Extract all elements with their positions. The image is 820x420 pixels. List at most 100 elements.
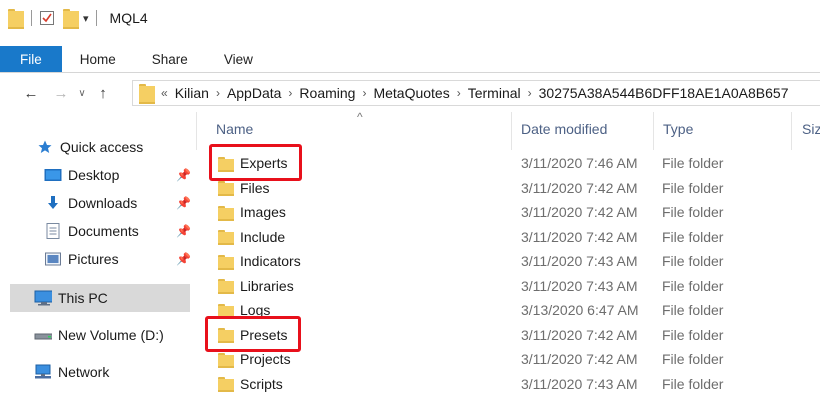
highlight-box-experts — [209, 144, 302, 181]
folder-icon — [218, 352, 234, 368]
file-row[interactable]: Projects 3/11/2020 7:42 AM File folder — [210, 347, 820, 371]
file-row[interactable]: Libraries 3/11/2020 7:43 AM File folder — [210, 274, 820, 298]
sidebar-item-label: New Volume (D:) — [58, 327, 164, 343]
folder-icon — [139, 84, 155, 104]
file-date: 3/13/2020 6:47 AM — [521, 302, 639, 318]
column-header-size[interactable]: Siz — [802, 112, 820, 146]
window-title: MQL4 — [109, 10, 148, 26]
pin-icon[interactable]: 📌 — [176, 196, 191, 210]
tab-view[interactable]: View — [206, 46, 271, 72]
drive-icon — [34, 327, 52, 343]
network-icon — [34, 364, 52, 380]
sort-ascending-icon: ^ — [357, 110, 363, 124]
navigation-pane: Quick access Desktop 📌 Downloads 📌 Docum… — [0, 112, 196, 420]
chevron-right-icon[interactable]: › — [216, 86, 220, 100]
file-row[interactable]: Scripts 3/11/2020 7:43 AM File folder — [210, 372, 820, 396]
file-date: 3/11/2020 7:46 AM — [521, 155, 638, 171]
sidebar-item-label: Quick access — [60, 139, 144, 155]
sidebar-item-label: Network — [58, 364, 110, 380]
sidebar-item-new-volume[interactable]: New Volume (D:) — [34, 322, 224, 348]
column-header-type[interactable]: Type — [663, 112, 693, 146]
breadcrumb-item[interactable]: Terminal — [468, 85, 521, 101]
pane-divider[interactable] — [196, 112, 197, 150]
file-type: File folder — [662, 351, 724, 367]
column-divider[interactable] — [791, 112, 792, 150]
properties-icon[interactable] — [39, 10, 55, 26]
new-folder-icon[interactable] — [63, 9, 79, 29]
file-row[interactable]: Images 3/11/2020 7:42 AM File folder — [210, 200, 820, 224]
file-date: 3/11/2020 7:42 AM — [521, 326, 638, 343]
ribbon-divider — [0, 72, 820, 73]
sidebar-item-desktop[interactable]: Desktop 📌 — [44, 162, 234, 188]
breadcrumb-item[interactable]: AppData — [227, 85, 281, 101]
pin-icon[interactable]: 📌 — [176, 252, 191, 266]
navigation-bar: ← → ∨ ↑ « Kilian › AppData › Roaming › M… — [0, 78, 820, 108]
folder-icon — [218, 205, 234, 221]
file-row[interactable]: Logs 3/13/2020 6:47 AM File folder — [210, 298, 820, 322]
sidebar-item-this-pc[interactable]: This PC — [10, 284, 190, 312]
file-type: File folder — [662, 204, 724, 220]
file-row[interactable]: Presets 3/11/2020 7:42 AM File folder — [210, 323, 820, 347]
chevron-right-icon[interactable]: › — [528, 86, 532, 100]
toolbar-separator — [95, 10, 97, 26]
breadcrumb-item[interactable]: 30275A38A544B6DFF18AE1A0A8B657 — [539, 85, 789, 101]
sidebar-item-network[interactable]: Network — [34, 359, 224, 385]
sidebar-item-pictures[interactable]: Pictures 📌 — [44, 246, 234, 272]
breadcrumb-item[interactable]: MetaQuotes — [373, 85, 449, 101]
chevron-right-icon[interactable]: › — [288, 86, 292, 100]
folder-icon — [218, 254, 234, 270]
arrow-right-icon[interactable]: → — [48, 85, 74, 102]
sidebar-item-label: This PC — [58, 290, 108, 306]
sidebar-item-quick-access[interactable]: Quick access — [36, 134, 226, 160]
file-type: File folder — [662, 253, 724, 269]
file-row[interactable]: Indicators 3/11/2020 7:43 AM File folder — [210, 249, 820, 273]
sidebar-item-documents[interactable]: Documents 📌 — [44, 218, 234, 244]
address-bar[interactable]: « Kilian › AppData › Roaming › MetaQuote… — [132, 80, 820, 106]
file-name: Images — [240, 204, 286, 220]
folder-icon — [218, 181, 234, 196]
breadcrumb-item[interactable]: Roaming — [299, 85, 355, 101]
arrow-up-icon[interactable]: ↑ — [90, 85, 116, 102]
toolbar-separator — [31, 10, 32, 26]
sidebar-item-label: Pictures — [68, 251, 119, 267]
pin-icon[interactable]: 📌 — [176, 168, 191, 182]
pin-icon[interactable]: 📌 — [176, 224, 191, 238]
tab-file[interactable]: File — [0, 46, 62, 72]
chevron-right-icon[interactable]: › — [457, 86, 461, 100]
file-type: File folder — [662, 277, 724, 294]
file-date: 3/11/2020 7:42 AM — [521, 351, 638, 367]
column-header-date[interactable]: Date modified — [521, 112, 607, 146]
folder-icon — [8, 9, 24, 29]
download-icon — [44, 195, 62, 211]
folder-icon — [218, 303, 234, 319]
title-bar: ▾ MQL4 — [0, 0, 820, 36]
highlight-box-presets — [205, 316, 301, 352]
ribbon-tabs: File Home Share View — [0, 46, 820, 72]
file-date: 3/11/2020 7:43 AM — [521, 253, 638, 269]
sidebar-item-label: Downloads — [68, 195, 138, 211]
column-header-name[interactable]: Name — [216, 112, 253, 146]
arrow-left-icon[interactable]: ← — [18, 85, 44, 102]
column-divider[interactable] — [653, 112, 654, 150]
computer-icon — [34, 290, 52, 306]
file-row[interactable]: Include 3/11/2020 7:42 AM File folder — [210, 225, 820, 249]
file-name: Libraries — [240, 277, 294, 294]
file-type: File folder — [662, 302, 724, 318]
file-date: 3/11/2020 7:42 AM — [521, 179, 638, 196]
breadcrumb-item[interactable]: Kilian — [175, 85, 209, 101]
folder-icon — [218, 377, 234, 392]
tab-share[interactable]: Share — [134, 46, 206, 72]
file-type: File folder — [662, 326, 724, 343]
tab-home[interactable]: Home — [62, 46, 134, 72]
customize-toolbar-icon[interactable]: ▾ — [83, 12, 89, 25]
sidebar-item-downloads[interactable]: Downloads 📌 — [44, 190, 234, 216]
overflow-chevron-icon[interactable]: « — [161, 86, 168, 100]
desktop-icon — [44, 167, 62, 183]
chevron-right-icon[interactable]: › — [362, 86, 366, 100]
star-icon — [36, 139, 54, 155]
column-divider[interactable] — [511, 112, 512, 150]
folder-icon — [218, 230, 234, 245]
chevron-down-icon[interactable]: ∨ — [74, 88, 90, 99]
pictures-icon — [44, 251, 62, 267]
file-date: 3/11/2020 7:43 AM — [521, 277, 638, 294]
